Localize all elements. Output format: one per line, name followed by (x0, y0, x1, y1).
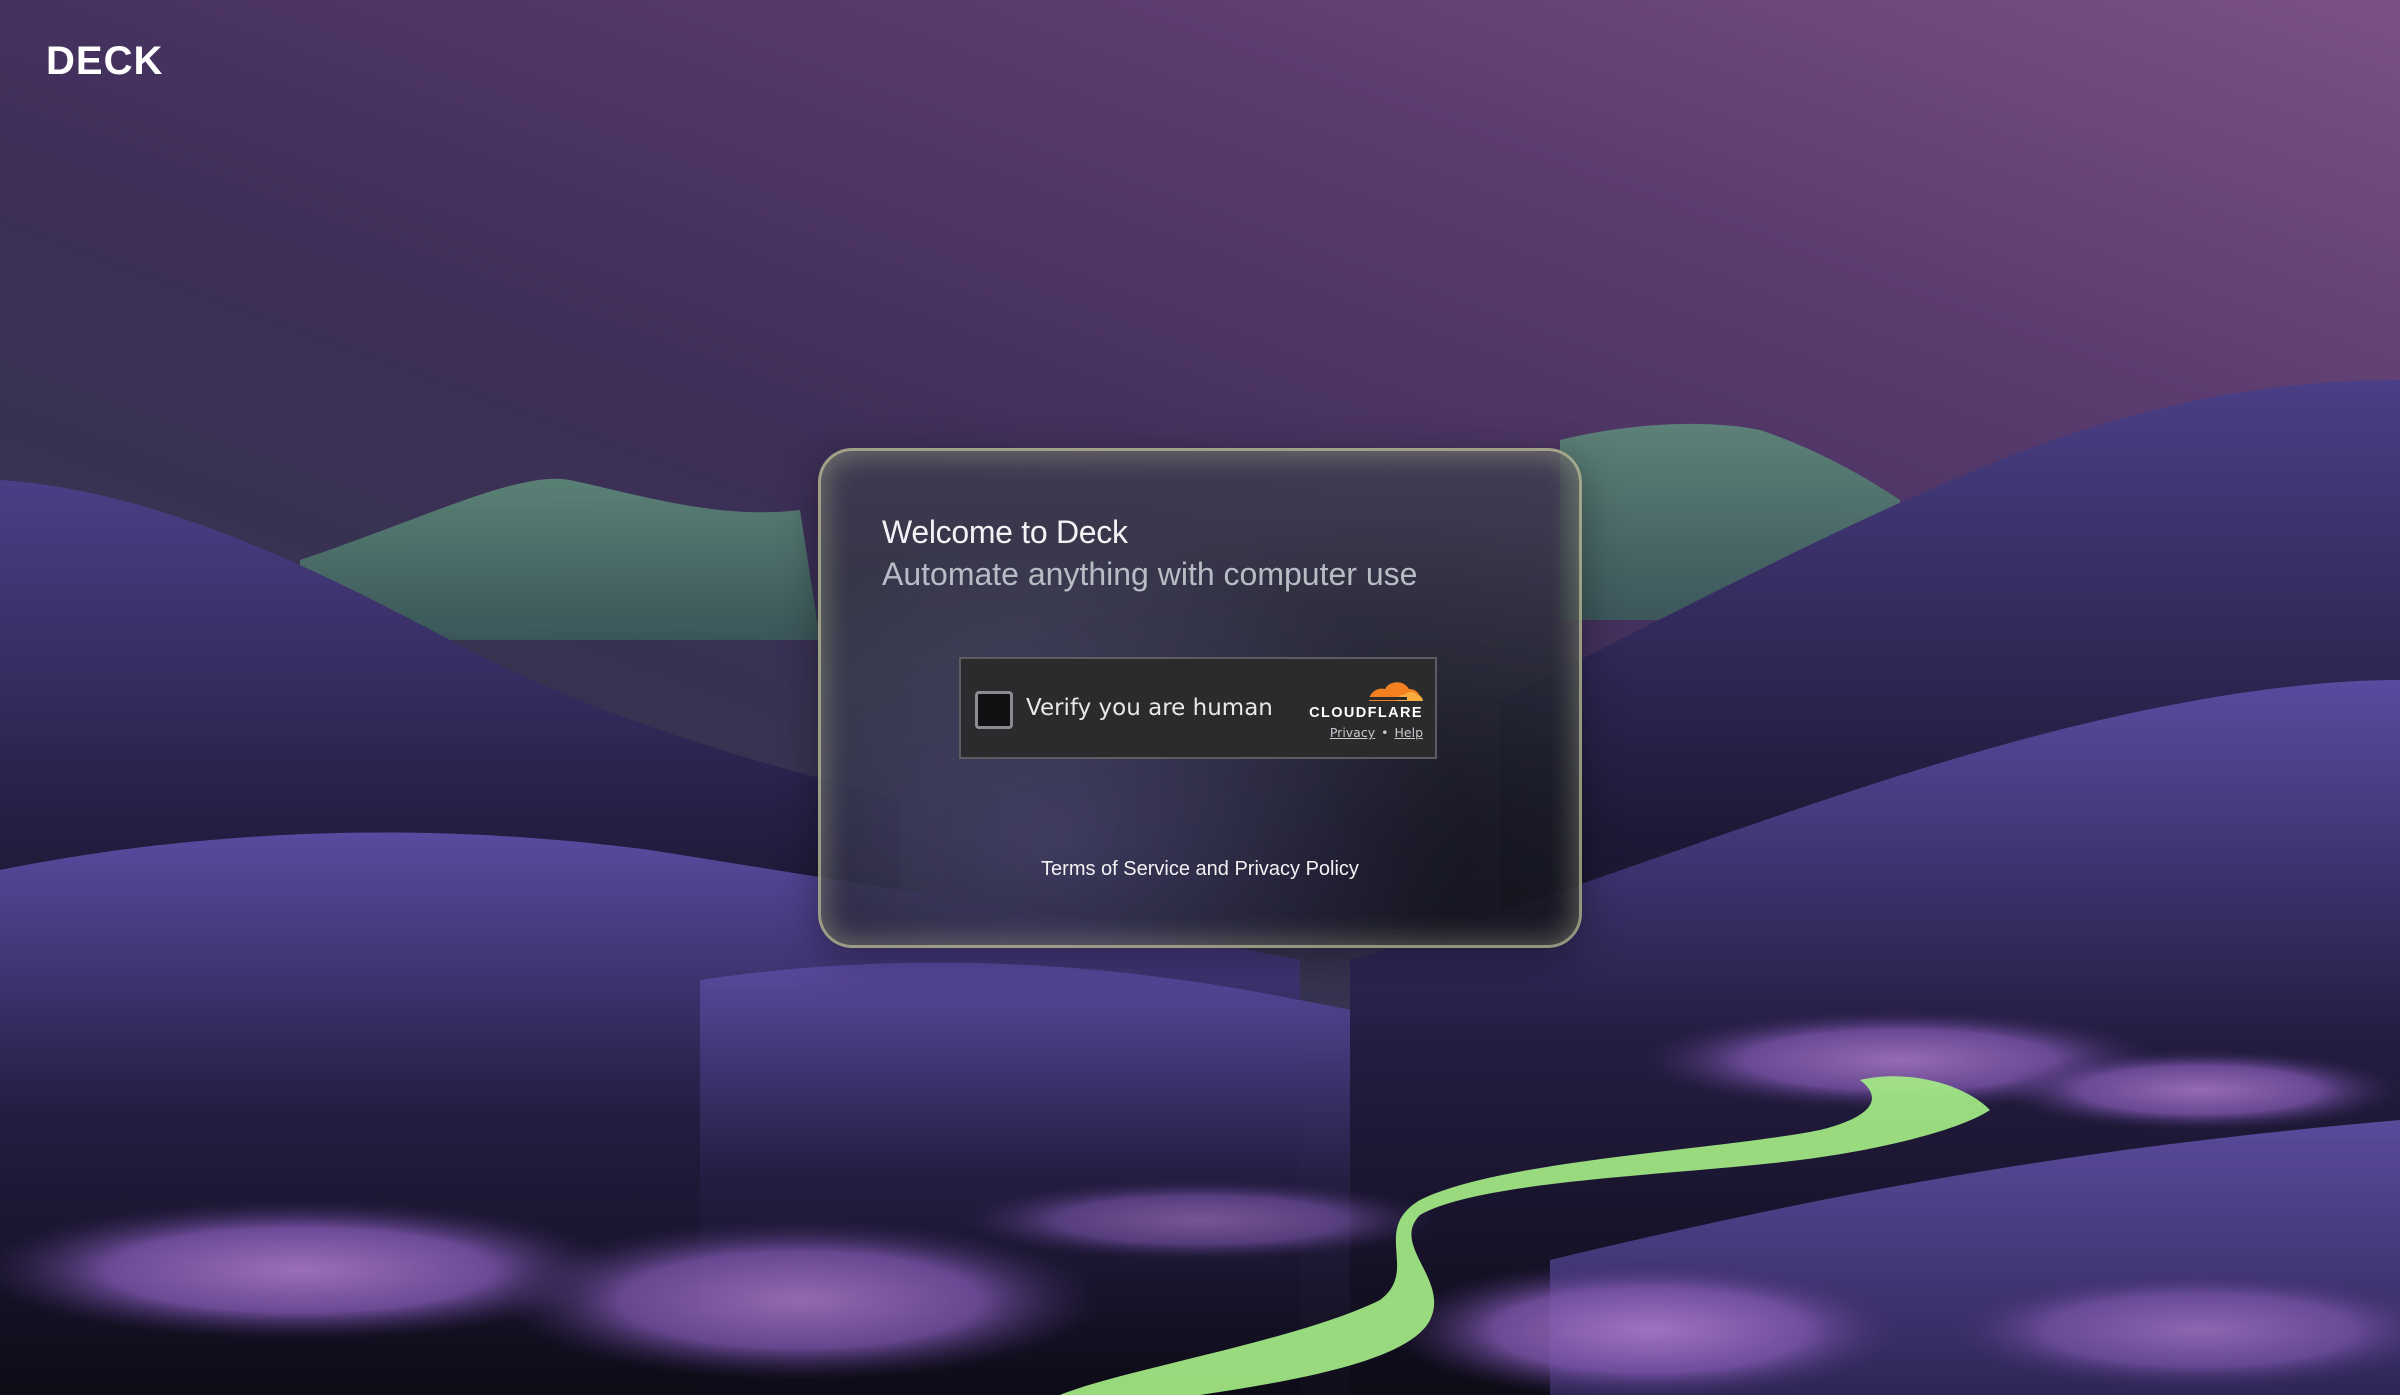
captcha-help-link[interactable]: Help (1395, 725, 1424, 740)
welcome-card: Welcome to Deck Automate anything with c… (818, 448, 1582, 948)
captcha-privacy-link[interactable]: Privacy (1330, 725, 1375, 740)
login-page: DECK Welcome to Deck Automate anything w… (0, 0, 2400, 1395)
link-separator: • (1381, 725, 1389, 740)
cloudflare-wordmark: CLOUDFLARE (1309, 705, 1423, 721)
captcha-label: Verify you are human (1026, 695, 1273, 721)
captcha-widget: Verify you are human CLOUDFLARE Privacy •… (959, 657, 1437, 759)
captcha-links: Privacy • Help (1330, 725, 1423, 740)
deck-logo-text: DECK (46, 40, 163, 80)
welcome-subtitle: Automate anything with computer use (882, 556, 1418, 592)
deck-logo: DECK (46, 40, 163, 80)
welcome-title: Welcome to Deck (882, 514, 1128, 550)
terms-privacy-link[interactable]: Terms of Service and Privacy Policy (818, 858, 1582, 881)
captcha-checkbox[interactable] (975, 691, 1013, 729)
